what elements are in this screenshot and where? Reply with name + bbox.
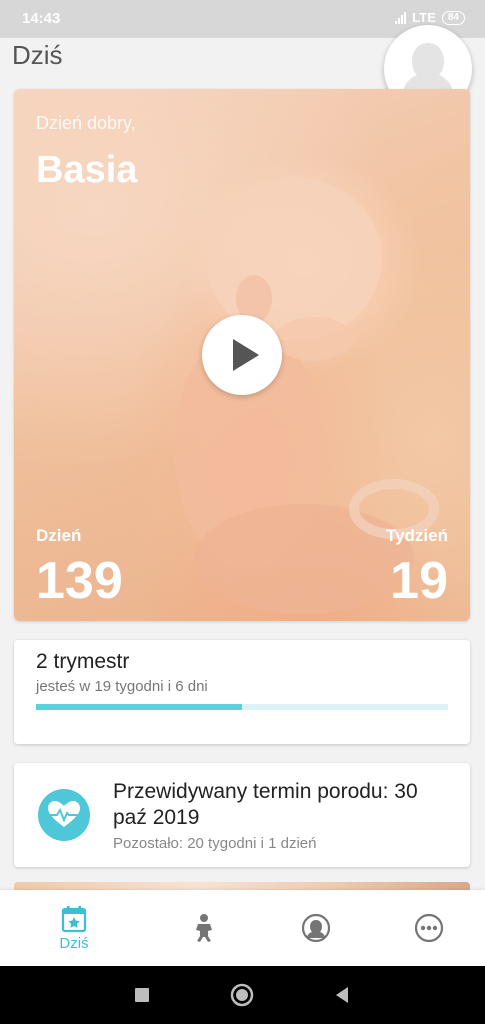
back-button[interactable] (312, 966, 372, 1024)
home-button[interactable] (212, 966, 272, 1024)
system-navigation-bar (0, 966, 485, 1024)
status-icons: LTE 84 (395, 10, 465, 25)
back-triangle-icon (336, 987, 348, 1003)
greeting-text: Dzień dobry, (36, 113, 136, 133)
trimester-progress-bar (36, 704, 448, 710)
play-video-button[interactable] (202, 315, 282, 395)
more-icon (414, 913, 444, 943)
day-label: Dzień (36, 526, 82, 545)
day-value: 139 (36, 552, 123, 610)
home-circle-icon (230, 983, 254, 1007)
baby-hero-card[interactable]: Dzień dobry, Basia Dzień 139 Tydzień 19 (14, 89, 470, 621)
recent-apps-button[interactable] (112, 966, 172, 1024)
week-label: Tydzień (385, 526, 448, 545)
square-icon (135, 988, 149, 1002)
trimester-subtitle: jesteś w 19 tygodni i 6 dni (36, 678, 208, 695)
mother-profile-icon (301, 913, 331, 943)
play-icon (233, 339, 259, 371)
status-time: 14:43 (22, 10, 61, 27)
trimester-card[interactable]: 2 trymestr jesteś w 19 tygodni i 6 dni (14, 640, 470, 744)
calendar-star-icon (61, 905, 87, 932)
network-type: LTE (412, 10, 436, 25)
nav-label-today: Dziś (59, 934, 89, 952)
bottom-navigation: Dziś (0, 890, 485, 966)
due-date-remaining: Pozostało: 20 tygodni i 1 dzień (113, 835, 317, 852)
nav-item-more[interactable] (389, 890, 469, 966)
nav-item-today[interactable]: Dziś (34, 890, 114, 966)
progress-fill (36, 704, 242, 710)
user-name: Basia (36, 149, 138, 191)
week-value: 19 (390, 552, 448, 610)
nav-item-baby[interactable] (164, 890, 244, 966)
trimester-title: 2 trymestr (36, 650, 130, 673)
page-title: Dziś (12, 40, 63, 70)
due-date-card[interactable]: Przewidywany termin porodu: 30 paź 2019 … (14, 763, 470, 867)
baby-icon (196, 914, 212, 942)
nav-item-profile[interactable] (276, 890, 356, 966)
signal-icon (395, 11, 407, 24)
heartbeat-icon (38, 789, 90, 841)
due-date-title: Przewidywany termin porodu: 30 paź 2019 (113, 780, 418, 829)
battery-icon: 84 (441, 10, 465, 25)
